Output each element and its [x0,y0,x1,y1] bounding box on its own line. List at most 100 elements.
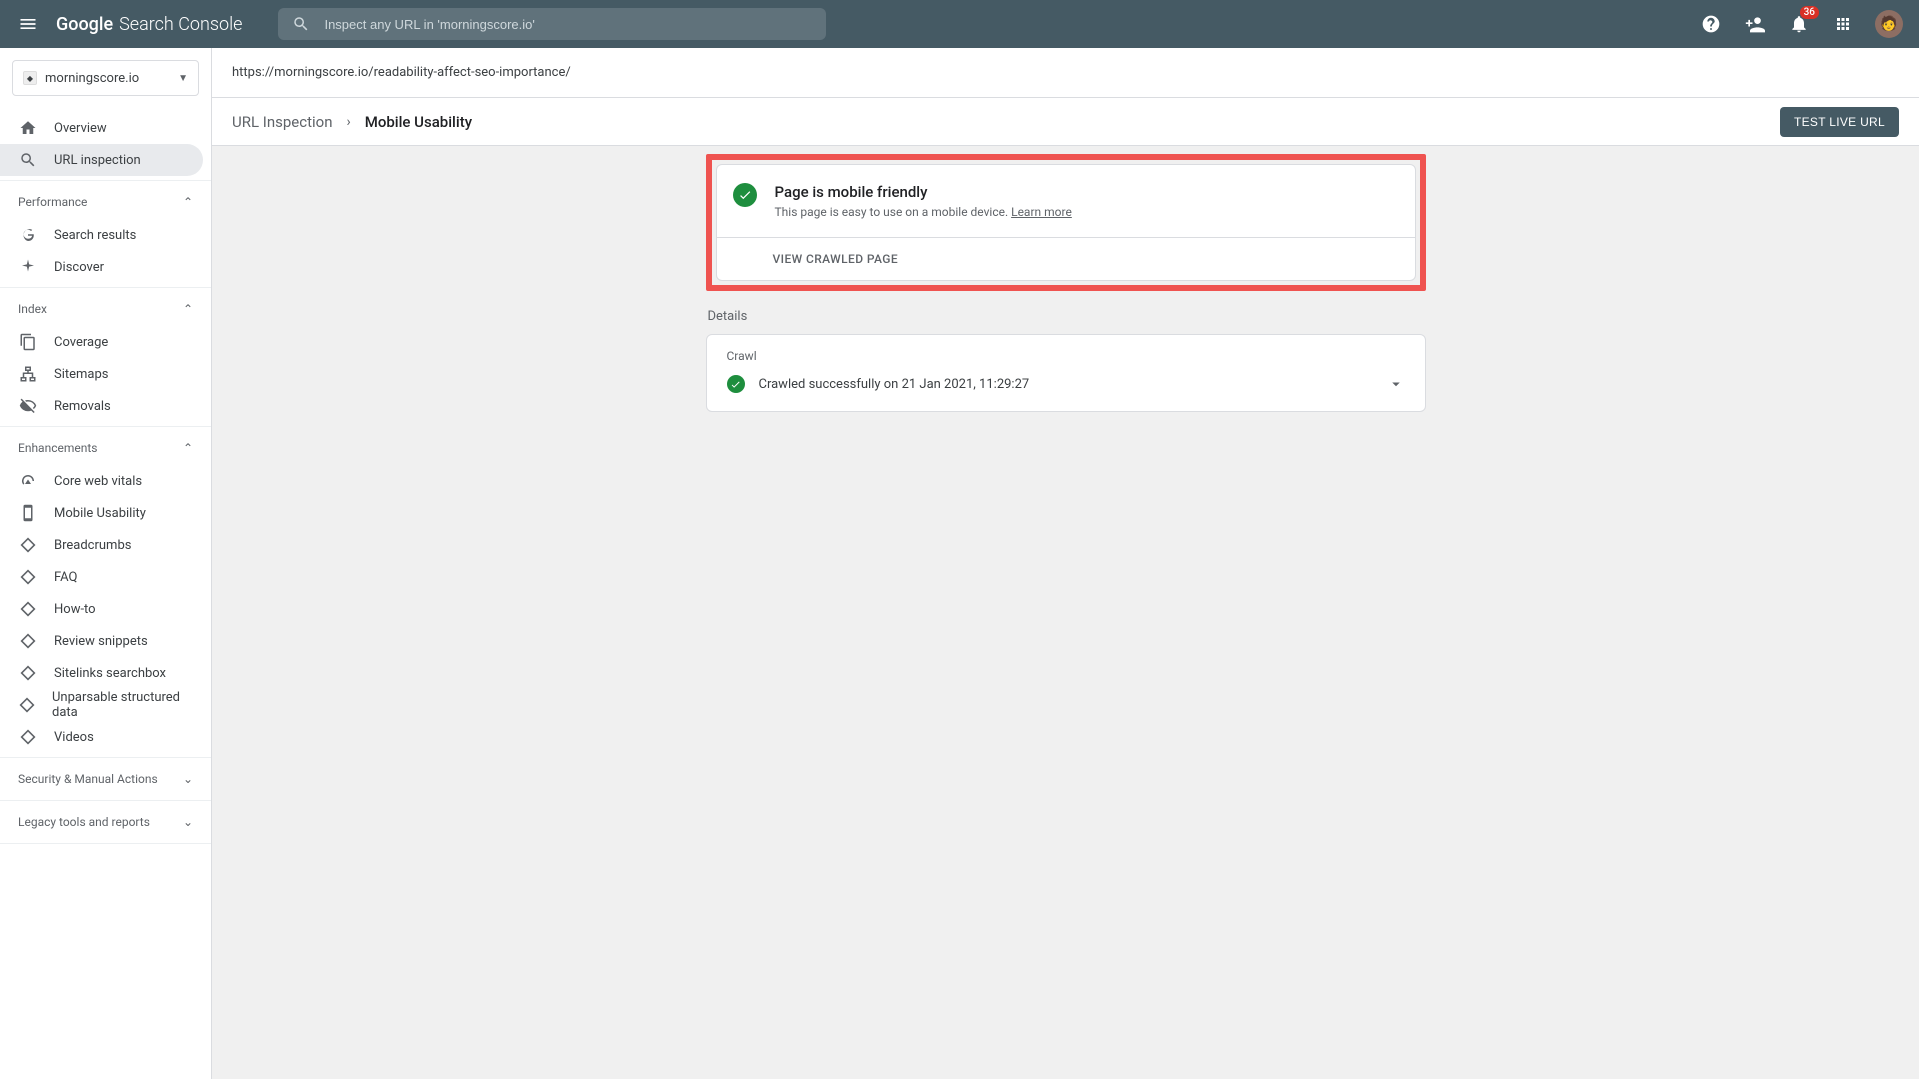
sidebar-item-coverage[interactable]: Coverage [0,326,203,358]
sidebar-item-review-snippets[interactable]: Review snippets [0,625,203,657]
sidebar-item-removals[interactable]: Removals [0,390,203,422]
sidebar-item-label: Review snippets [54,634,148,649]
sidebar-item-label: Core web vitals [54,474,142,489]
sidebar-item-label: URL inspection [54,153,141,168]
google-icon [18,225,38,245]
logo-google: Google [56,14,113,35]
menu-icon[interactable] [16,12,40,36]
learn-more-link[interactable]: Learn more [1011,205,1072,219]
asterisk-icon [18,257,38,277]
crawl-status-row[interactable]: Crawled successfully on 21 Jan 2021, 11:… [727,375,1405,393]
search-icon [18,150,38,170]
inspected-url: https://morningscore.io/readability-affe… [232,65,571,80]
sidebar-header-legacy[interactable]: Legacy tools and reports ⌄ [0,805,211,839]
diamond-icon [18,631,38,651]
avatar[interactable]: 🧑 [1875,10,1903,38]
breadcrumb-bar: URL Inspection › Mobile Usability TEST L… [212,98,1919,146]
checkmark-icon [733,183,757,207]
content-area: Page is mobile friendly This page is eas… [212,146,1919,1079]
diamond-icon [18,695,36,715]
header-actions: 36 🧑 [1699,10,1903,38]
property-selector[interactable]: ◆ morningscore.io ▼ [12,60,199,96]
sidebar-item-label: Unparsable structured data [52,690,185,720]
sidebar-item-label: Discover [54,260,104,275]
sidebar-item-label: Overview [54,121,107,136]
sidebar-item-sitelinks-searchbox[interactable]: Sitelinks searchbox [0,657,203,689]
logo-product: Search Console [119,14,242,35]
pages-icon [18,332,38,352]
test-live-url-button[interactable]: TEST LIVE URL [1780,107,1899,137]
sidebar-item-sitemaps[interactable]: Sitemaps [0,358,203,390]
sidebar-item-videos[interactable]: Videos [0,721,203,753]
search-input[interactable] [324,17,812,32]
chevron-down-icon[interactable] [1387,375,1405,393]
speed-icon [18,471,38,491]
sidebar-item-label: Removals [54,399,111,414]
sidebar-item-breadcrumbs[interactable]: Breadcrumbs [0,529,203,561]
mobile-friendly-card: Page is mobile friendly This page is eas… [716,164,1416,281]
chevron-down-icon: ⌄ [183,772,193,786]
diamond-icon [18,567,38,587]
details-label: Details [708,309,1426,324]
sidebar-header-index[interactable]: Index ⌃ [0,292,211,326]
highlight-annotation: Page is mobile friendly This page is eas… [706,154,1426,291]
chevron-up-icon: ⌃ [183,441,193,455]
crawl-section-label: Crawl [727,349,1405,363]
diamond-icon [18,727,38,747]
sitemap-icon [18,364,38,384]
sidebar-header-performance[interactable]: Performance ⌃ [0,185,211,219]
crawl-status-text: Crawled successfully on 21 Jan 2021, 11:… [759,377,1373,392]
breadcrumb-current: Mobile Usability [365,113,472,131]
breadcrumb-parent[interactable]: URL Inspection [232,113,333,131]
mobile-icon [18,503,38,523]
sidebar-item-label: Mobile Usability [54,506,146,521]
visibility-off-icon [18,396,38,416]
status-title: Page is mobile friendly [775,183,1072,201]
inspected-url-bar[interactable]: https://morningscore.io/readability-affe… [212,48,1919,98]
sidebar-item-search-results[interactable]: Search results [0,219,203,251]
diamond-icon [18,599,38,619]
diamond-icon [18,663,38,683]
sidebar-item-label: FAQ [54,570,77,585]
chevron-right-icon: › [347,114,351,130]
sidebar-item-label: Search results [54,228,136,243]
url-inspect-search[interactable] [278,8,826,40]
sidebar-item-howto[interactable]: How-to [0,593,203,625]
view-crawled-page-button[interactable]: VIEW CRAWLED PAGE [717,238,1415,280]
chevron-down-icon: ▼ [178,73,188,84]
sidebar-item-label: Videos [54,730,94,745]
sidebar: ◆ morningscore.io ▼ Overview URL inspect… [0,48,212,1079]
apps-icon[interactable] [1831,12,1855,36]
main-content: https://morningscore.io/readability-affe… [212,48,1919,1079]
status-description: This page is easy to use on a mobile dev… [775,205,1072,219]
notification-badge: 36 [1800,6,1819,19]
sidebar-item-label: Sitelinks searchbox [54,666,166,681]
chevron-up-icon: ⌃ [183,195,193,209]
chevron-up-icon: ⌃ [183,302,193,316]
sidebar-header-security[interactable]: Security & Manual Actions ⌄ [0,762,211,796]
sidebar-item-url-inspection[interactable]: URL inspection [0,144,203,176]
help-icon[interactable] [1699,12,1723,36]
sidebar-header-enhancements[interactable]: Enhancements ⌃ [0,431,211,465]
sidebar-item-label: Sitemaps [54,367,109,382]
app-header: Google Search Console 36 🧑 [0,0,1919,48]
sidebar-item-mobile-usability[interactable]: Mobile Usability [0,497,203,529]
sidebar-item-overview[interactable]: Overview [0,112,203,144]
sidebar-item-discover[interactable]: Discover [0,251,203,283]
logo[interactable]: Google Search Console [56,14,242,35]
diamond-icon [18,535,38,555]
checkmark-icon [727,375,745,393]
sidebar-item-unparseable[interactable]: Unparsable structured data [0,689,203,721]
property-favicon: ◆ [23,71,37,85]
users-icon[interactable] [1743,12,1767,36]
search-icon [292,15,310,33]
property-name: morningscore.io [45,71,170,86]
sidebar-item-faq[interactable]: FAQ [0,561,203,593]
chevron-down-icon: ⌄ [183,815,193,829]
home-icon [18,118,38,138]
sidebar-item-label: Breadcrumbs [54,538,131,553]
crawl-details-card: Crawl Crawled successfully on 21 Jan 202… [706,334,1426,412]
sidebar-item-label: How-to [54,602,96,617]
sidebar-item-core-web-vitals[interactable]: Core web vitals [0,465,203,497]
notifications-icon[interactable]: 36 [1787,12,1811,36]
